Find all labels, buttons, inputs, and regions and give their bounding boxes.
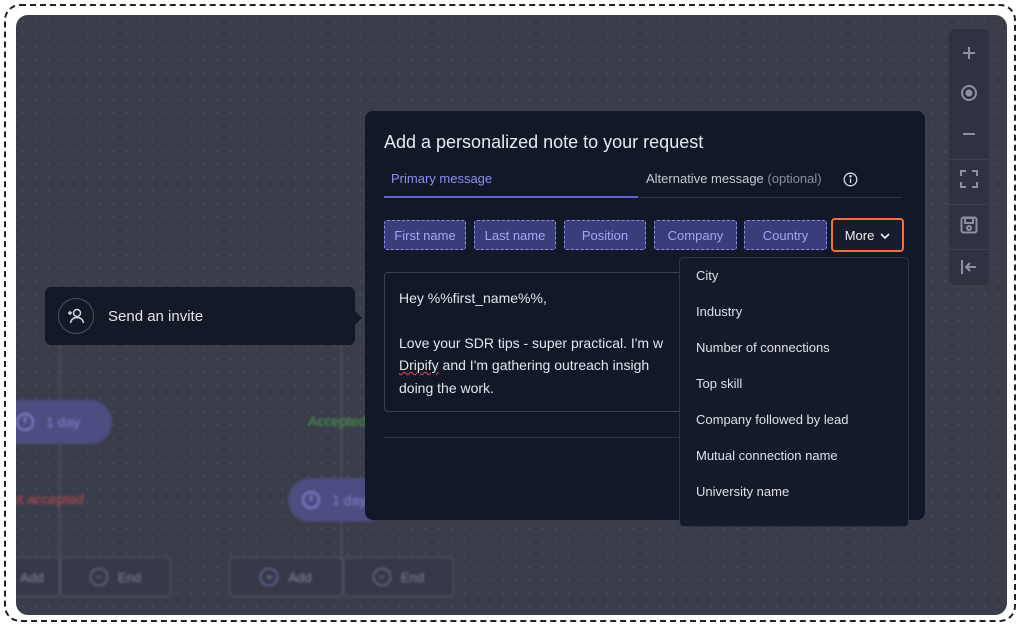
add-step-button[interactable]: + Add — [16, 557, 60, 597]
variable-chip-position[interactable]: Position — [564, 220, 646, 250]
tab-alternative-optional: (optional) — [767, 171, 822, 186]
exit-icon[interactable] — [957, 255, 981, 279]
dropdown-item-city[interactable]: City — [696, 268, 718, 283]
tab-alternative-message[interactable]: Alternative message (optional) — [646, 171, 822, 186]
delay-pill-left[interactable]: 1 day — [16, 400, 112, 444]
chevron-down-icon — [880, 228, 890, 243]
message-line-rest: and I'm gathering outreach insigh — [438, 357, 650, 373]
dropdown-item-mutual-connection[interactable]: Mutual connection name — [696, 448, 838, 463]
more-label: More — [844, 227, 875, 243]
dropdown-item-university-name[interactable]: University name — [696, 484, 789, 499]
plus-circle-icon: + — [260, 568, 279, 586]
clock-icon — [302, 491, 320, 509]
canvas-toolbar — [949, 29, 989, 285]
toolbar-divider — [949, 204, 989, 205]
variable-chip-last-name[interactable]: Last name — [474, 220, 556, 250]
add-label: Add — [288, 569, 312, 585]
end-step-button[interactable]: − End — [60, 557, 171, 597]
end-label: End — [117, 569, 142, 585]
connector-line — [59, 345, 60, 575]
add-user-icon — [58, 298, 94, 334]
branch-label-accepted: Accepted — [308, 413, 367, 429]
dropdown-item-company-followed[interactable]: Company followed by lead — [696, 412, 848, 427]
variable-chip-country[interactable]: Country — [744, 220, 827, 250]
delay-label: 1 day — [332, 492, 367, 508]
toolbar-divider — [949, 249, 989, 250]
end-step-button[interactable]: − End — [343, 557, 454, 597]
zoom-out-icon[interactable] — [957, 122, 981, 146]
minus-circle-icon: − — [372, 568, 391, 586]
node-pointer — [355, 311, 362, 325]
dropdown-item-number-of-connections[interactable]: Number of connections — [696, 340, 830, 355]
tab-alternative-label: Alternative message — [646, 171, 764, 186]
variable-chip-first-name[interactable]: First name — [384, 220, 466, 250]
add-label: Add — [20, 569, 44, 585]
variable-chip-company[interactable]: Company — [654, 220, 737, 250]
misspelled-word: Dripify — [399, 357, 439, 373]
clock-icon — [16, 413, 34, 431]
connector-line — [341, 345, 342, 575]
dropdown-item-industry[interactable]: Industry — [696, 304, 742, 319]
save-icon[interactable] — [957, 213, 981, 237]
invite-node-label: Send an invite — [108, 307, 204, 325]
toolbar-divider — [949, 159, 989, 160]
more-variables-dropdown: City Industry Number of connections Top … — [679, 257, 909, 527]
dropdown-item-top-skill[interactable]: Top skill — [696, 376, 742, 391]
tab-primary-message[interactable]: Primary message — [391, 171, 492, 186]
add-step-button[interactable]: + Add — [229, 557, 343, 597]
info-icon[interactable] — [843, 172, 858, 192]
flow-canvas[interactable]: 1 day 1 day If not accepted Accepted + A… — [16, 15, 1007, 615]
send-invite-node[interactable]: Send an invite — [45, 287, 355, 345]
center-icon[interactable] — [957, 81, 981, 105]
more-variables-button[interactable]: More — [831, 218, 904, 252]
branch-label-not-accepted: If not accepted — [16, 491, 84, 507]
end-label: End — [400, 569, 425, 585]
zoom-in-icon[interactable] — [957, 41, 981, 65]
minus-circle-icon: − — [89, 568, 108, 586]
modal-title: Add a personalized note to your request — [384, 132, 704, 152]
fit-screen-icon[interactable] — [957, 167, 981, 191]
active-tab-indicator — [384, 196, 638, 198]
delay-label: 1 day — [46, 414, 81, 430]
